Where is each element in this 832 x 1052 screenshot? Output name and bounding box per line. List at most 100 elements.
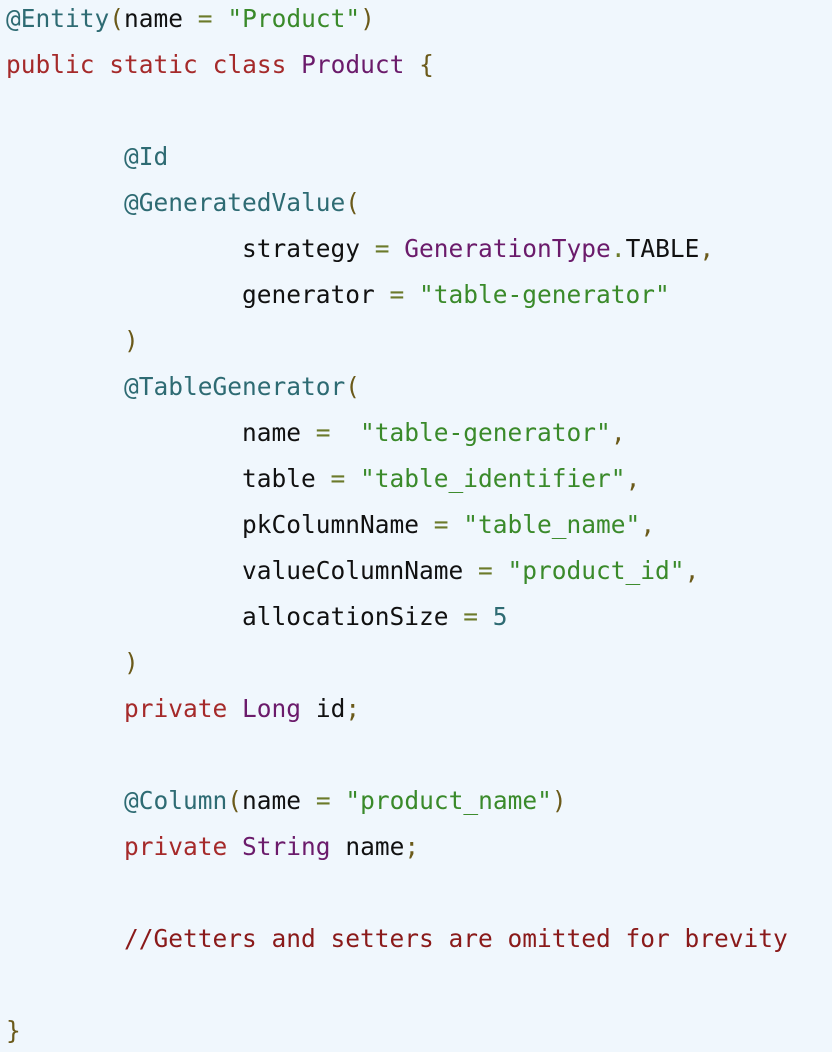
code-block: @Entity(name = "Product") public static c…: [0, 0, 832, 1052]
code-token: @GeneratedValue: [124, 188, 346, 217]
code-token: table: [242, 464, 316, 493]
code-token: }: [6, 1016, 21, 1045]
code-token: "product_id": [507, 556, 685, 585]
code-token: Long: [242, 694, 302, 723]
code-token: @Column: [124, 786, 228, 815]
code-token: name: [242, 418, 302, 447]
code-token: "product_name": [345, 786, 552, 815]
code-token: "table_identifier": [360, 464, 626, 493]
code-token: allocationSize: [242, 602, 449, 631]
code-line: @Entity(name = "Product"): [6, 0, 375, 42]
code-token: =: [301, 418, 361, 447]
code-line: pkColumnName = "table_name",: [6, 502, 655, 548]
code-token: ): [124, 648, 139, 677]
code-line: @TableGenerator(: [6, 364, 360, 410]
code-token: ): [551, 786, 567, 815]
code-token: (: [345, 188, 361, 217]
code-token: "Product": [227, 4, 361, 33]
code-token: ;: [345, 694, 361, 723]
code-line: generator = "table-generator": [6, 272, 670, 318]
code-line: private String name;: [6, 824, 419, 870]
code-token: {: [404, 50, 434, 79]
code-line: ): [6, 640, 139, 686]
code-token: ,: [625, 464, 641, 493]
code-token: =: [448, 602, 493, 631]
code-token: "table-generator": [360, 418, 611, 447]
code-token: private: [124, 694, 228, 723]
code-token: GenerationType: [404, 234, 611, 263]
code-line: //Getters and setters are omitted for br…: [6, 916, 788, 962]
code-token: generator: [242, 280, 375, 309]
code-token: ): [360, 4, 375, 33]
code-token: strategy: [242, 234, 361, 263]
code-line: name = "table-generator",: [6, 410, 626, 456]
code-token: ,: [699, 234, 715, 263]
code-token: (: [109, 4, 125, 33]
code-token: Product: [301, 50, 405, 79]
code-token: ): [124, 326, 139, 355]
code-token: id: [315, 694, 346, 723]
code-line: }: [6, 1008, 21, 1052]
code-line: public static class Product {: [6, 42, 434, 88]
code-token: 5: [492, 602, 508, 631]
code-token: name: [345, 832, 405, 861]
code-line: @GeneratedValue(: [6, 180, 360, 226]
code-token: .: [610, 234, 626, 263]
code-line: ): [6, 318, 139, 364]
code-token: name: [124, 4, 184, 33]
code-line: @Column(name = "product_name"): [6, 778, 567, 824]
code-token: ;: [404, 832, 420, 861]
code-line: valueColumnName = "product_id",: [6, 548, 699, 594]
code-token: ,: [610, 418, 626, 447]
code-token: =: [374, 280, 420, 309]
code-token: =: [360, 234, 405, 263]
code-token: public: [6, 50, 95, 79]
code-token: valueColumnName: [242, 556, 464, 585]
code-token: TABLE: [625, 234, 700, 263]
code-token: pkColumnName: [242, 510, 420, 539]
code-token: ,: [640, 510, 656, 539]
code-token: =: [463, 556, 508, 585]
code-token: @Id: [124, 142, 169, 171]
code-line: @Id: [6, 134, 168, 180]
code-line: allocationSize = 5: [6, 594, 508, 640]
code-token: static: [109, 50, 198, 79]
code-token: String: [242, 832, 331, 861]
code-token: =: [183, 4, 228, 33]
code-token: //Getters and setters are omitted for br…: [124, 924, 788, 953]
code-token: =: [301, 786, 346, 815]
code-token: @Entity: [6, 4, 110, 33]
code-token: @TableGenerator: [124, 372, 346, 401]
code-token: =: [419, 510, 464, 539]
code-token: =: [315, 464, 361, 493]
code-token: "table-generator": [419, 280, 670, 309]
code-token: name: [242, 786, 302, 815]
code-token: class: [212, 50, 287, 79]
code-token: private: [124, 832, 228, 861]
code-token: "table_name": [463, 510, 641, 539]
code-token: ,: [684, 556, 700, 585]
code-line: table = "table_identifier",: [6, 456, 640, 502]
